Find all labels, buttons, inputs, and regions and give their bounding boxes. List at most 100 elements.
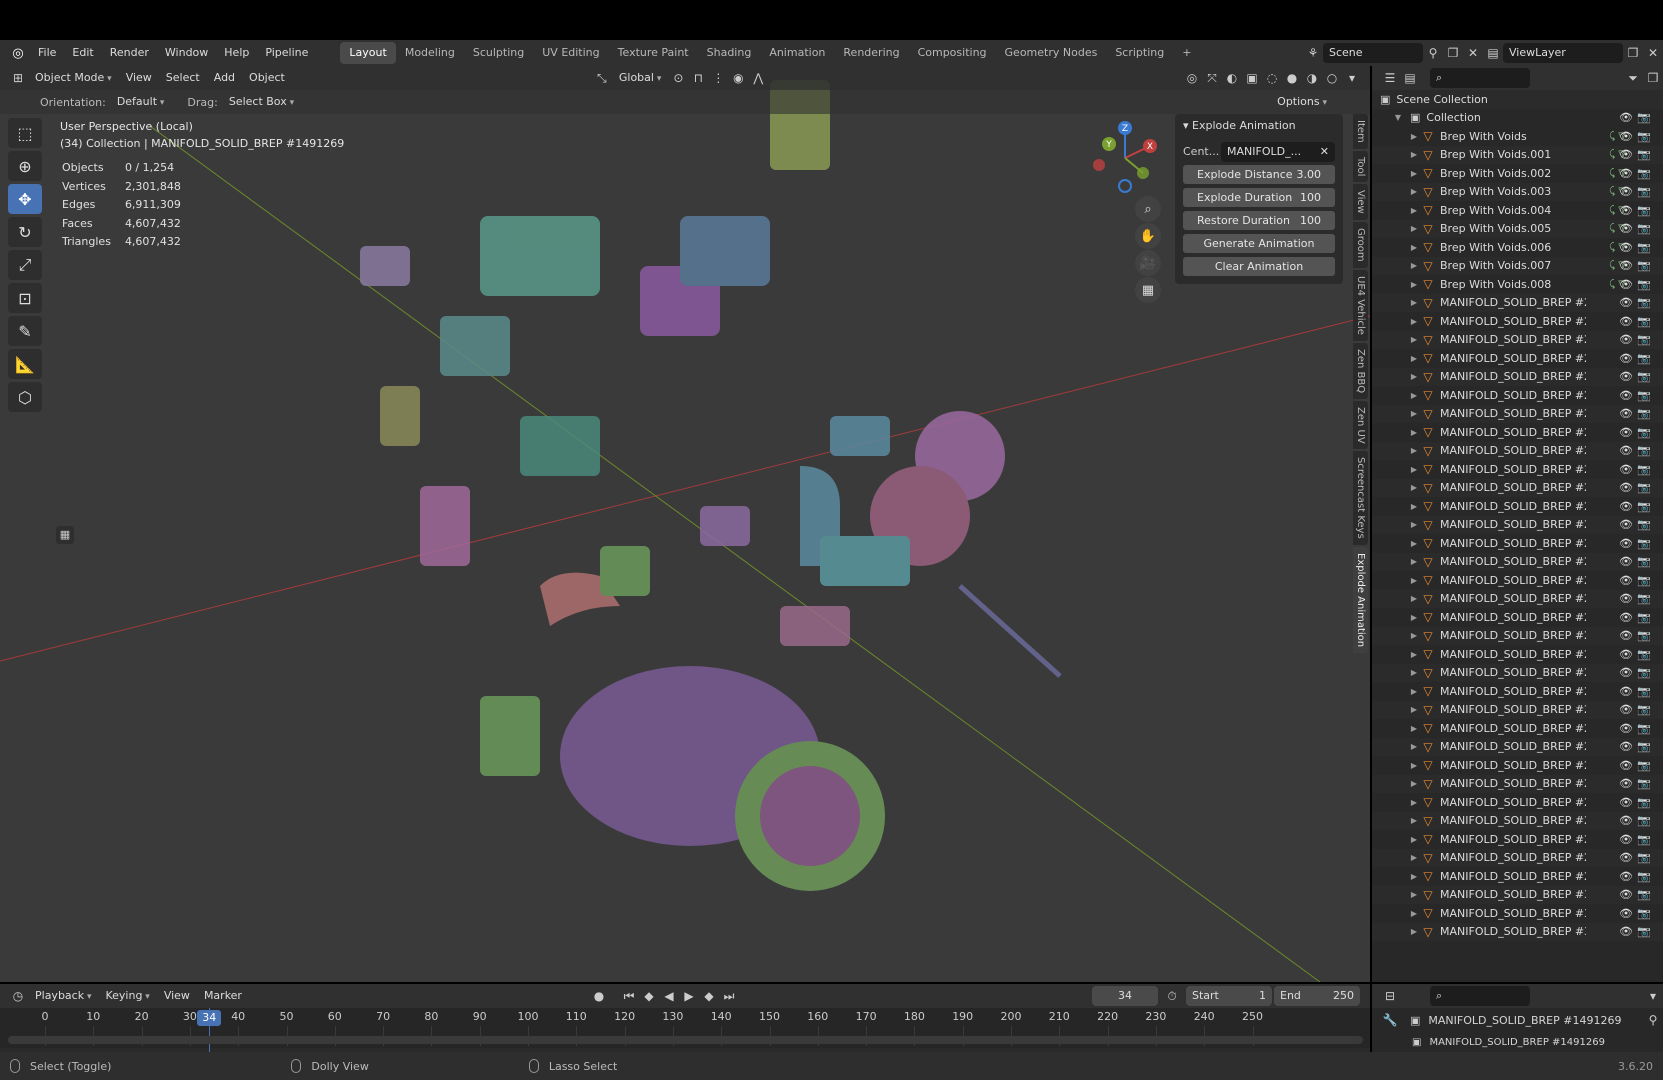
camera-render-icon[interactable]: 📷 (1637, 241, 1651, 254)
expand-icon[interactable]: ▶ (1408, 816, 1420, 825)
eye-icon[interactable]: 👁 (1619, 389, 1633, 402)
snap-icon[interactable]: ⊓ (688, 68, 708, 88)
center-object-field[interactable]: MANIFOLD_... ✕ (1221, 141, 1335, 162)
tab-ue4-vehicle[interactable]: UE4 Vehicle (1353, 269, 1368, 341)
panel-title[interactable]: ▾ Explode Animation (1175, 114, 1343, 138)
camera-render-icon[interactable]: 📷 (1637, 315, 1651, 328)
camera-icon[interactable]: 🎥 (1135, 250, 1161, 276)
outliner-item[interactable]: ▶▽ MANIFOLD_SOLID_BREP #247 👁 📷 (1372, 830, 1663, 849)
eye-icon[interactable]: 👁 (1619, 851, 1633, 864)
outliner-item[interactable]: ▶▽ MANIFOLD_SOLID_BREP #222 👁 📷 (1372, 589, 1663, 608)
outliner-item[interactable]: ▶▽ MANIFOLD_SOLID_BREP #286 👁 📷 (1372, 867, 1663, 886)
menu-pipeline[interactable]: Pipeline (257, 43, 316, 63)
camera-render-icon[interactable]: 📷 (1637, 167, 1651, 180)
outliner-item[interactable]: ▶ ▽ Brep With Voids ⤹ ▽ 👁 📷 (1372, 127, 1663, 146)
expand-icon[interactable]: ▶ (1408, 317, 1420, 326)
outliner-item[interactable]: ▶▽ MANIFOLD_SOLID_BREP #218 👁 📷 (1372, 293, 1663, 312)
annotate-tool-icon[interactable]: ✎ (8, 316, 42, 346)
eye-icon[interactable]: 👁 (1619, 925, 1633, 938)
camera-render-icon[interactable]: 📷 (1637, 666, 1651, 679)
eye-icon[interactable]: 👁 (1619, 444, 1633, 457)
expand-icon[interactable]: ▶ (1408, 298, 1420, 307)
expand-icon[interactable]: ▶ (1408, 835, 1420, 844)
eye-icon[interactable]: 👁 (1619, 722, 1633, 735)
outliner-item[interactable]: ▶▽ MANIFOLD_SOLID_BREP #221 👁 📷 (1372, 404, 1663, 423)
viewlayer-icon[interactable]: ▤ (1483, 43, 1503, 63)
tab-sculpting[interactable]: Sculpting (464, 42, 533, 64)
eye-icon[interactable]: 👁 (1619, 907, 1633, 920)
measure-tool-icon[interactable]: 📐 (8, 349, 42, 379)
camera-render-icon[interactable]: 📷 (1637, 278, 1651, 291)
eye-icon[interactable]: 👁 (1619, 685, 1633, 698)
camera-render-icon[interactable]: 📷 (1637, 518, 1651, 531)
camera-render-icon[interactable]: 📷 (1637, 611, 1651, 624)
outliner-item[interactable]: ▶▽ MANIFOLD_SOLID_BREP #232 👁 📷 (1372, 811, 1663, 830)
camera-render-icon[interactable]: 📷 (1637, 481, 1651, 494)
sub-object-name[interactable]: MANIFOLD_SOLID_BREP #1491269 (1429, 1037, 1604, 1048)
new-viewlayer-icon[interactable]: ❐ (1623, 43, 1643, 63)
material-shading-icon[interactable]: ◑ (1302, 68, 1322, 88)
tool-properties-icon[interactable]: 🔧 (1380, 1010, 1400, 1030)
expand-icon[interactable]: ▶ (1408, 372, 1420, 381)
camera-render-icon[interactable]: 📷 (1637, 592, 1651, 605)
tab-modeling[interactable]: Modeling (396, 42, 464, 64)
eye-icon[interactable]: 👁 (1619, 703, 1633, 716)
eye-icon[interactable]: 👁 (1619, 130, 1633, 143)
clear-center-icon[interactable]: ✕ (1320, 142, 1329, 162)
expand-icon[interactable]: ▶ (1408, 224, 1420, 233)
outliner-item[interactable]: ▶▽ MANIFOLD_SOLID_BREP #222 👁 📷 (1372, 645, 1663, 664)
camera-render-icon[interactable]: 📷 (1637, 130, 1651, 143)
expand-icon[interactable]: ▶ (1408, 187, 1420, 196)
outliner-item[interactable]: ▶ ▽ Brep With Voids.006 ⤹ ▽ 👁 📷 (1372, 238, 1663, 257)
prev-keyframe-icon[interactable]: ◆ (639, 986, 659, 1006)
camera-render-icon[interactable]: 📷 (1637, 370, 1651, 383)
eye-icon[interactable]: 👁 (1619, 500, 1633, 513)
expand-icon[interactable]: ▶ (1408, 261, 1420, 270)
expand-icon[interactable]: ▶ (1408, 631, 1420, 640)
expand-icon[interactable]: ▶ (1408, 761, 1420, 770)
eye-icon[interactable]: 👁 (1619, 148, 1633, 161)
expand-icon[interactable]: ▶ (1408, 483, 1420, 492)
camera-render-icon[interactable]: 📷 (1637, 685, 1651, 698)
camera-render-icon[interactable]: 📷 (1637, 296, 1651, 309)
orientation-dropdown[interactable]: Default (110, 92, 172, 112)
tab-geometry-nodes[interactable]: Geometry Nodes (996, 42, 1107, 64)
tab-uv-editing[interactable]: UV Editing (533, 42, 608, 64)
camera-render-icon[interactable]: 📷 (1637, 555, 1651, 568)
tab-rendering[interactable]: Rendering (834, 42, 908, 64)
camera-render-icon[interactable]: 📷 (1637, 777, 1651, 790)
camera-render-icon[interactable]: 📷 (1637, 333, 1651, 346)
camera-render-icon[interactable]: 📷 (1637, 574, 1651, 587)
expand-icon[interactable]: ▶ (1408, 594, 1420, 603)
rotate-tool-icon[interactable]: ↻ (8, 217, 42, 247)
collapse-toolbar-icon[interactable]: ▦ (56, 526, 74, 544)
camera-render-icon[interactable]: 📷 (1637, 870, 1651, 883)
camera-render-icon[interactable]: 📷 (1637, 851, 1651, 864)
collapse-icon[interactable]: ▾ (1643, 986, 1663, 1006)
select-box-tool-icon[interactable]: ⬚ (8, 118, 42, 148)
camera-render-icon[interactable]: 📷 (1637, 389, 1651, 402)
eye-icon[interactable]: 👁 (1619, 333, 1633, 346)
tab-animation[interactable]: Animation (760, 42, 834, 64)
scale-tool-icon[interactable]: ⤢ (8, 250, 42, 280)
camera-render-icon[interactable]: 📷 (1637, 796, 1651, 809)
outliner-item[interactable]: ▶▽ MANIFOLD_SOLID_BREP #300 👁 📷 (1372, 904, 1663, 923)
eye-icon[interactable]: 👁 (1619, 185, 1633, 198)
grid-perspective-icon[interactable]: ▦ (1135, 277, 1161, 303)
outliner-item[interactable]: ▶▽ MANIFOLD_SOLID_BREP #230 👁 📷 (1372, 793, 1663, 812)
jump-end-icon[interactable]: ⏭ (719, 986, 739, 1006)
outliner-item[interactable]: ▶▽ MANIFOLD_SOLID_BREP #222 👁 📷 (1372, 571, 1663, 590)
camera-render-icon[interactable]: 📷 (1637, 833, 1651, 846)
tab-tool[interactable]: Tool (1353, 150, 1368, 183)
play-icon[interactable]: ▶ (679, 986, 699, 1006)
zoom-icon[interactable]: ⌕ (1135, 196, 1161, 222)
viewport-menu-add[interactable]: Add (207, 68, 242, 88)
outliner-item[interactable]: ▶ ▽ Brep With Voids.002 ⤹ ▽ 👁 📷 (1372, 164, 1663, 183)
scene-selector[interactable]: Scene (1323, 43, 1423, 63)
new-collection-icon[interactable]: ❐ (1643, 68, 1663, 88)
scene-collection-row[interactable]: ▣ Scene Collection (1372, 90, 1663, 109)
camera-render-icon[interactable]: 📷 (1637, 463, 1651, 476)
eye-icon[interactable]: 👁 (1619, 574, 1633, 587)
eye-icon[interactable]: 👁 (1619, 222, 1633, 235)
collapse-icon[interactable]: ▼ (1392, 113, 1404, 122)
